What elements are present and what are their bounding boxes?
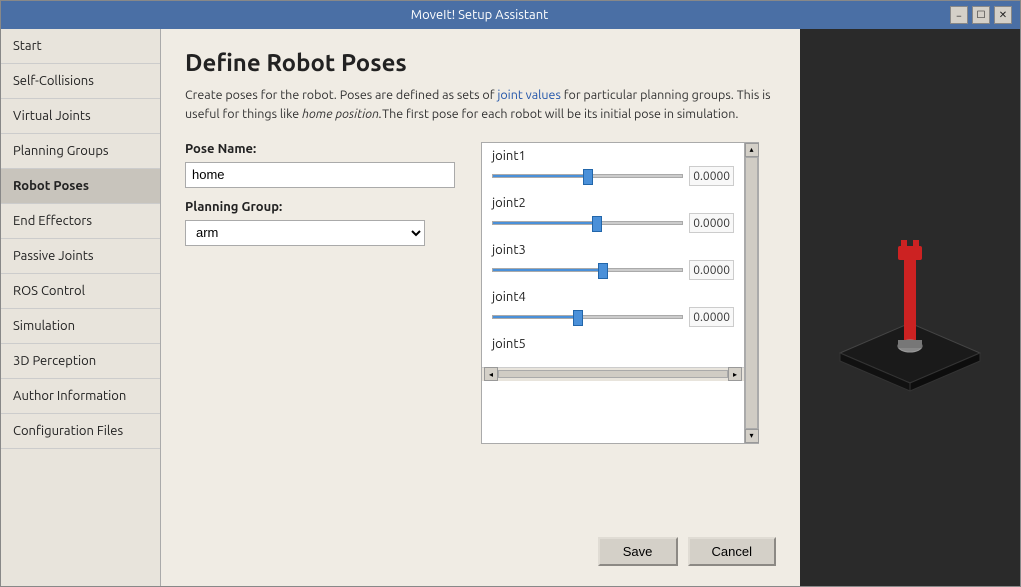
planning-group-label: Planning Group: (185, 200, 465, 214)
sidebar-item-start[interactable]: Start (1, 29, 160, 64)
bottom-buttons: Save Cancel (185, 521, 776, 566)
robot-svg (810, 198, 1010, 418)
joint-name: joint4 (492, 290, 734, 304)
sidebar: Start Self-Collisions Virtual Joints Pla… (1, 29, 161, 586)
hscroll-right-arrow[interactable]: ▸ (728, 367, 742, 381)
planning-group-select[interactable]: arm (185, 220, 425, 246)
joint-slider[interactable] (492, 168, 683, 184)
scroll-up-arrow[interactable]: ▴ (745, 143, 759, 157)
sidebar-item-ros-control[interactable]: ROS Control (1, 274, 160, 309)
joint-slider[interactable] (492, 262, 683, 278)
joint-value: 0.0000 (689, 307, 734, 327)
sidebar-item-3d-perception[interactable]: 3D Perception (1, 344, 160, 379)
joint-slider[interactable] (492, 215, 683, 231)
form-left: Pose Name: Planning Group: arm (185, 142, 465, 246)
joint-slider-row: 0.0000 (492, 213, 734, 233)
main-window: MoveIt! Setup Assistant − ☐ ✕ Start Self… (0, 0, 1021, 587)
hscroll-left-arrow[interactable]: ◂ (484, 367, 498, 381)
robot-scene (810, 198, 1010, 418)
planning-group-select-wrap: arm (185, 220, 465, 246)
cancel-button[interactable]: Cancel (688, 537, 776, 566)
main-content: Define Robot Poses Create poses for the … (161, 29, 800, 586)
joint-name: joint3 (492, 243, 734, 257)
robot-viewport (800, 29, 1020, 586)
sidebar-item-configuration-files[interactable]: Configuration Files (1, 414, 160, 449)
sidebar-item-virtual-joints[interactable]: Virtual Joints (1, 99, 160, 134)
pose-name-input[interactable] (185, 162, 455, 188)
window-controls: − ☐ ✕ (950, 6, 1012, 24)
scroll-track[interactable] (745, 157, 758, 429)
sidebar-item-simulation[interactable]: Simulation (1, 309, 160, 344)
sidebar-item-planning-groups[interactable]: Planning Groups (1, 134, 160, 169)
joint-value: 0.0000 (689, 213, 734, 233)
scroll-down-arrow[interactable]: ▾ (745, 429, 759, 443)
sidebar-item-self-collisions[interactable]: Self-Collisions (1, 64, 160, 99)
joint-row: joint5 (486, 337, 740, 351)
joint-value: 0.0000 (689, 260, 734, 280)
save-button[interactable]: Save (598, 537, 678, 566)
sidebar-item-author-information[interactable]: Author Information (1, 379, 160, 414)
joints-panel: joint1 0.0000 (481, 142, 759, 444)
joint-slider-row: 0.0000 (492, 260, 734, 280)
joint-row: joint4 0.0000 (486, 290, 740, 327)
maximize-button[interactable]: ☐ (972, 6, 990, 24)
joints-content: joint1 0.0000 (482, 143, 744, 443)
joint-slider[interactable] (492, 309, 683, 325)
home-position-text: home position. (302, 107, 382, 121)
content-area: Start Self-Collisions Virtual Joints Pla… (1, 29, 1020, 586)
joint-slider-row: 0.0000 (492, 307, 734, 327)
sidebar-item-passive-joints[interactable]: Passive Joints (1, 239, 160, 274)
minimize-button[interactable]: − (950, 6, 968, 24)
pose-name-label: Pose Name: (185, 142, 465, 156)
joints-vertical-scrollbar: ▴ ▾ (744, 143, 758, 443)
joint-value: 0.0000 (689, 166, 734, 186)
sidebar-item-robot-poses[interactable]: Robot Poses (1, 169, 160, 204)
form-section: Pose Name: Planning Group: arm (185, 142, 776, 444)
joint-row: joint2 0.0000 (486, 196, 740, 233)
joint-slider-row: 0.0000 (492, 166, 734, 186)
joint-name: joint1 (492, 149, 734, 163)
joints-horizontal-scrollbar: ◂ ▸ (482, 367, 744, 381)
joint-name: joint5 (492, 337, 734, 351)
window-title: MoveIt! Setup Assistant (9, 8, 950, 22)
close-button[interactable]: ✕ (994, 6, 1012, 24)
joint-row: joint3 0.0000 (486, 243, 740, 280)
description: Create poses for the robot. Poses are de… (185, 86, 776, 124)
page-title: Define Robot Poses (185, 49, 776, 76)
joint-row: joint1 0.0000 (486, 149, 740, 186)
joint-values-link[interactable]: joint values (497, 88, 561, 102)
joints-scroll[interactable]: joint1 0.0000 (482, 143, 744, 367)
title-bar: MoveIt! Setup Assistant − ☐ ✕ (1, 1, 1020, 29)
sidebar-item-end-effectors[interactable]: End Effectors (1, 204, 160, 239)
hscroll-track[interactable] (498, 370, 728, 378)
joint-name: joint2 (492, 196, 734, 210)
